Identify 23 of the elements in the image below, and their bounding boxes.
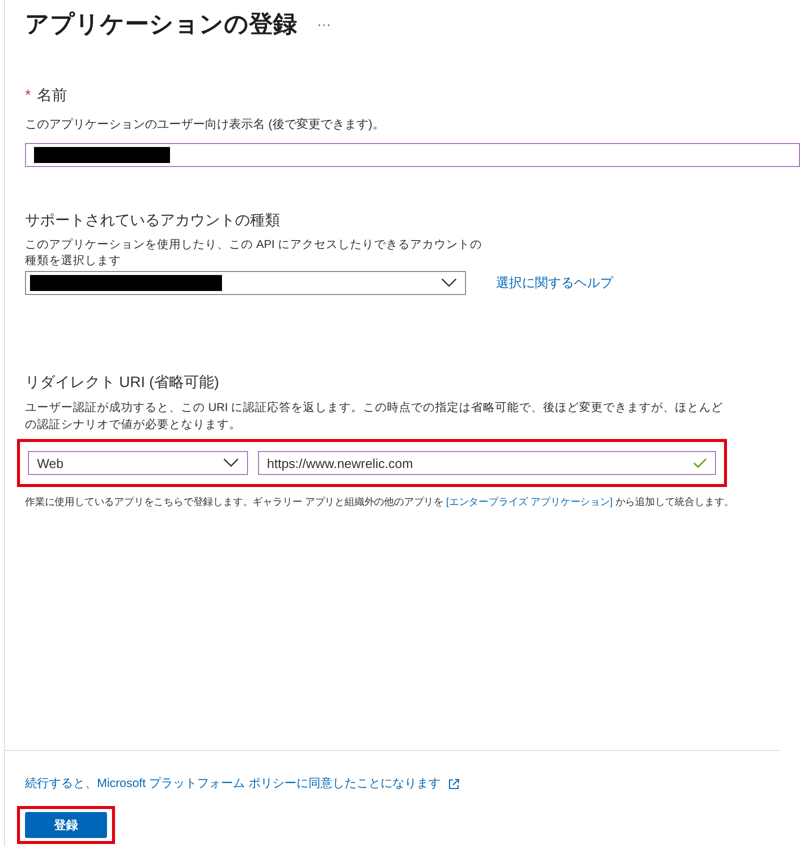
account-type-dropdown[interactable] [25, 271, 466, 296]
field-description: ユーザー認証が成功すると、この URI に認証応答を返します。この時点での指定は省略可能で、後ほど変更できますが、ほとんどの認証シナリオで値が必要となります。 [25, 400, 724, 433]
dropdown-value: Web [37, 456, 64, 471]
more-button[interactable]: ··· [317, 16, 331, 32]
help-link[interactable]: 選択に関するヘルプ [496, 274, 613, 292]
section-heading: リダイレクト URI (省略可能) [25, 373, 220, 392]
name-input-field[interactable] [25, 143, 800, 167]
enterprise-apps-link[interactable]: [エンタープライズ アプリケーション] [446, 497, 613, 508]
input-value: https://www.newrelic.com [267, 456, 413, 471]
info-text: 作業に使用しているアプリをこちらで登録します。ギャラリー アプリと組織外の他のアプリを [エンタープライズ アプリケーション] から追加して統合します。 [25, 496, 736, 510]
chevron-down-icon [441, 278, 457, 288]
uri-input-field[interactable]: https://www.newrelic.com [258, 451, 716, 476]
section-heading: サポートされているアカウントの種類 [25, 211, 281, 230]
platform-dropdown[interactable]: Web [28, 451, 248, 476]
external-link-icon [448, 778, 460, 790]
required-mark: * [25, 87, 31, 104]
field-description: このアプリケーションを使用したり、この API にアクセスしたりできるアカウントの種類を選択します [25, 238, 483, 269]
chevron-down-icon [223, 458, 239, 468]
field-description: このアプリケーションのユーザー向け表示名 (後で変更できます)。 [25, 116, 386, 133]
register-button[interactable]: 登録 [25, 812, 107, 838]
field-label: 名前 [36, 86, 67, 105]
page-title: アプリケーションの登録 [25, 10, 297, 40]
policy-link[interactable]: 続行すると、Microsoft プラットフォーム ポリシーに同意したことになります [25, 775, 440, 792]
